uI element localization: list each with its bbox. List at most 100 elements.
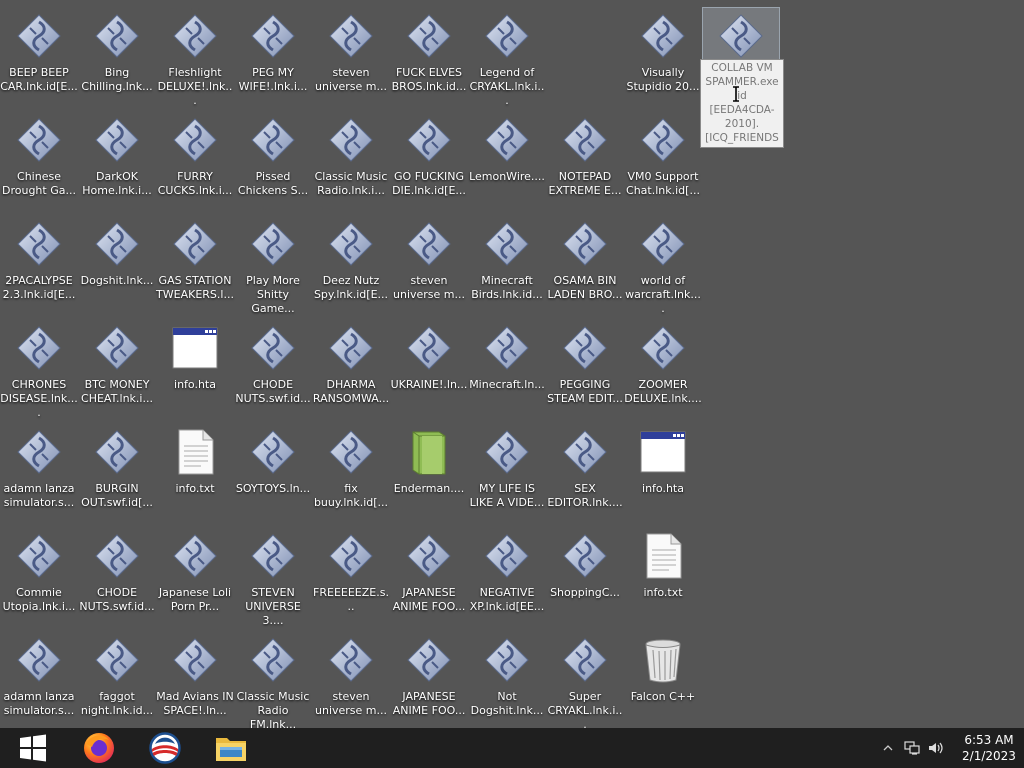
desktop-icon-label: JAPANESE ANIME FOO... xyxy=(392,586,466,613)
desktop-icon[interactable]: Minecraft Birds.lnk.id... xyxy=(469,216,545,316)
desktop-icon[interactable]: NOTEPAD EXTREME E... xyxy=(547,112,623,212)
desktop-icon[interactable]: adamn lanza simulator.s... xyxy=(1,424,77,524)
desktop-icon-label: Dogshit.lnk... xyxy=(80,274,154,287)
shortcut-icon xyxy=(249,636,297,684)
desktop-icon[interactable]: DHARMA RANSOMWA... xyxy=(313,320,389,420)
tooltip-line: 2010]. xyxy=(724,118,760,130)
desktop-icon-label: NOTEPAD EXTREME E... xyxy=(548,170,622,197)
desktop-icon[interactable]: DarkOK Home.lnk.i... xyxy=(79,112,155,212)
file-explorer-button[interactable] xyxy=(198,728,264,768)
shortcut-icon xyxy=(405,324,453,372)
desktop-icon[interactable]: Deez Nutz Spy.lnk.id[E... xyxy=(313,216,389,316)
shortcut-icon xyxy=(483,12,531,60)
desktop-icon[interactable]: UKRAINE!.ln... xyxy=(391,320,467,420)
desktop-icon[interactable]: Super CRYAKL.lnk.i... xyxy=(547,632,623,732)
desktop-icon[interactable]: world of warcraft.lnk.... xyxy=(625,216,701,316)
desktop-icon-label: adamn lanza simulator.s... xyxy=(3,690,75,717)
desktop-icon[interactable]: steven universe m... xyxy=(313,8,389,108)
desktop-icon[interactable]: Mad Avians IN SPACE!.ln... xyxy=(156,632,234,732)
desktop-icon-label: fix buuy.lnk.id[... xyxy=(313,482,389,509)
clock-time: 6:53 AM xyxy=(964,733,1014,747)
desktop-icon[interactable]: info.hta xyxy=(157,320,233,420)
desktop-icon[interactable]: BTC MONEY CHEAT.lnk.i... xyxy=(79,320,155,420)
firefox-button[interactable] xyxy=(66,728,132,768)
desktop-icon-label: Minecraft Birds.lnk.id... xyxy=(471,274,543,301)
desktop-icon[interactable]: info.txt xyxy=(157,424,233,524)
shortcut-icon xyxy=(15,532,63,580)
desktop-icon[interactable]: Classic Music Radio FM.lnk... xyxy=(235,632,311,732)
tooltip-line: id xyxy=(737,90,747,102)
desktop-icon[interactable]: BURGIN OUT.swf.id[... xyxy=(79,424,155,524)
desktop-icon[interactable]: MY LIFE IS LIKE A VIDE... xyxy=(469,424,545,524)
desktop-icon-label: OSAMA BIN LADEN BRO... xyxy=(547,274,623,301)
desktop-icon[interactable]: fix buuy.lnk.id[... xyxy=(313,424,389,524)
shortcut-icon xyxy=(249,220,297,268)
desktop-icon[interactable]: Japanese Loli Porn Pr... xyxy=(157,528,233,628)
desktop-icon[interactable]: info.hta xyxy=(625,424,701,524)
desktop-icon[interactable]: JAPANESE ANIME FOO... xyxy=(391,632,467,732)
desktop-icon[interactable]: SOYTOYS.ln... xyxy=(235,424,311,524)
desktop-icon[interactable]: BEEP BEEP CAR.lnk.id[E... xyxy=(0,8,78,108)
desktop-icon[interactable]: SEX EDITOR.lnk.... xyxy=(547,424,623,524)
desktop-icon[interactable]: Falcon C++ xyxy=(625,632,701,732)
desktop-icon[interactable]: Classic Music Radio.lnk.i... xyxy=(313,112,389,212)
shortcut-icon xyxy=(327,324,375,372)
book-icon xyxy=(405,428,453,476)
desktop-icon-label: ShoppingC... xyxy=(550,586,620,599)
desktop-icon[interactable]: info.txt xyxy=(625,528,701,628)
shortcut-icon xyxy=(249,428,297,476)
desktop-icon[interactable]: FURRY CUCKS.lnk.i... xyxy=(157,112,233,212)
desktop-icon[interactable]: Visually Stupidio 20... xyxy=(625,8,701,108)
desktop-icon[interactable]: FREEEEEZE.s... xyxy=(313,528,389,628)
desktop-icon[interactable]: Bing Chilling.lnk... xyxy=(79,8,155,108)
desktop-icon[interactable]: Legend of CRYAKL.lnk.i... xyxy=(469,8,545,108)
volume-button[interactable] xyxy=(924,728,948,768)
desktop-icon[interactable]: Dogshit.lnk... xyxy=(79,216,155,316)
desktop-icon-label: BURGIN OUT.swf.id[... xyxy=(81,482,153,509)
desktop-icon[interactable]: GAS STATION TWEAKERS.l... xyxy=(156,216,234,316)
desktop-icon[interactable]: NEGATIVE XP.lnk.id[EE... xyxy=(469,528,545,628)
desktop-icon[interactable]: Not Dogshit.lnk... xyxy=(469,632,545,732)
desktop-icon[interactable]: JAPANESE ANIME FOO... xyxy=(391,528,467,628)
desktop-icon[interactable]: adamn lanza simulator.s... xyxy=(1,632,77,732)
desktop-icon[interactable]: ShoppingC... xyxy=(547,528,623,628)
desktop-icon[interactable]: ZOOMER DELUXE.lnk.... xyxy=(624,320,702,420)
obama-button[interactable] xyxy=(132,728,198,768)
network-button[interactable] xyxy=(900,728,924,768)
desktop-icon[interactable]: steven universe m... xyxy=(313,632,389,732)
desktop-icon[interactable]: Fleshlight DELUXE!.lnk... xyxy=(157,8,233,108)
desktop-icon[interactable]: GO FUCKING DIE.lnk.id[E... xyxy=(391,112,467,212)
desktop-icon[interactable]: STEVEN UNIVERSE 3.... xyxy=(235,528,311,628)
desktop-icon[interactable]: faggot night.lnk.id... xyxy=(79,632,155,732)
start-button[interactable] xyxy=(0,728,66,768)
shortcut-icon xyxy=(249,532,297,580)
desktop-icon[interactable]: CHODE NUTS.swf.id... xyxy=(235,320,311,420)
desktop-icon[interactable]: FUCK ELVES BROS.lnk.id... xyxy=(391,8,467,108)
desktop-icon[interactable]: CHODE NUTS.swf.id... xyxy=(79,528,155,628)
desktop-icon[interactable]: LemonWire.... xyxy=(469,112,545,212)
desktop-icon-label: 2PACALYPSE 2.3.lnk.id[E... xyxy=(2,274,76,301)
clock[interactable]: 6:53 AM 2/1/2023 xyxy=(954,732,1024,764)
shortcut-icon xyxy=(405,116,453,164)
desktop-icon[interactable]: Pissed Chickens S... xyxy=(235,112,311,212)
desktop-icon-label: PEG MY WIFE!.lnk.i... xyxy=(238,66,308,93)
desktop-icon[interactable]: PEG MY WIFE!.lnk.i... xyxy=(235,8,311,108)
desktop[interactable]: BEEP BEEP CAR.lnk.id[E... Bing Chilling.l… xyxy=(0,0,1024,731)
desktop-icon[interactable]: Minecraft.ln... xyxy=(469,320,545,420)
desktop-icon[interactable]: 2PACALYPSE 2.3.lnk.id[E... xyxy=(1,216,77,316)
clock-date: 2/1/2023 xyxy=(962,749,1016,763)
desktop-icon[interactable]: Commie Utopia.lnk.i... xyxy=(1,528,77,628)
desktop-icon-label: steven universe m... xyxy=(393,274,465,301)
desktop-icon[interactable]: Chinese Drought Ga... xyxy=(1,112,77,212)
desktop-icon[interactable]: VM0 Support Chat.lnk.id[... xyxy=(625,112,701,212)
desktop-icon[interactable]: PEGGING STEAM EDIT... xyxy=(547,320,623,420)
desktop-icon[interactable]: Enderman.... xyxy=(391,424,467,524)
desktop-icon[interactable]: OSAMA BIN LADEN BRO... xyxy=(547,216,623,316)
show-hidden-icons-button[interactable] xyxy=(876,728,900,768)
shortcut-icon xyxy=(93,324,141,372)
desktop-icon[interactable]: CHRONES DISEASE.lnk.... xyxy=(0,320,78,420)
desktop-icon-label: MY LIFE IS LIKE A VIDE... xyxy=(469,482,545,509)
desktop-icon[interactable]: Play More Shitty Game... xyxy=(235,216,311,316)
desktop-icon-label: SOYTOYS.ln... xyxy=(235,482,311,495)
desktop-icon[interactable]: steven universe m... xyxy=(391,216,467,316)
